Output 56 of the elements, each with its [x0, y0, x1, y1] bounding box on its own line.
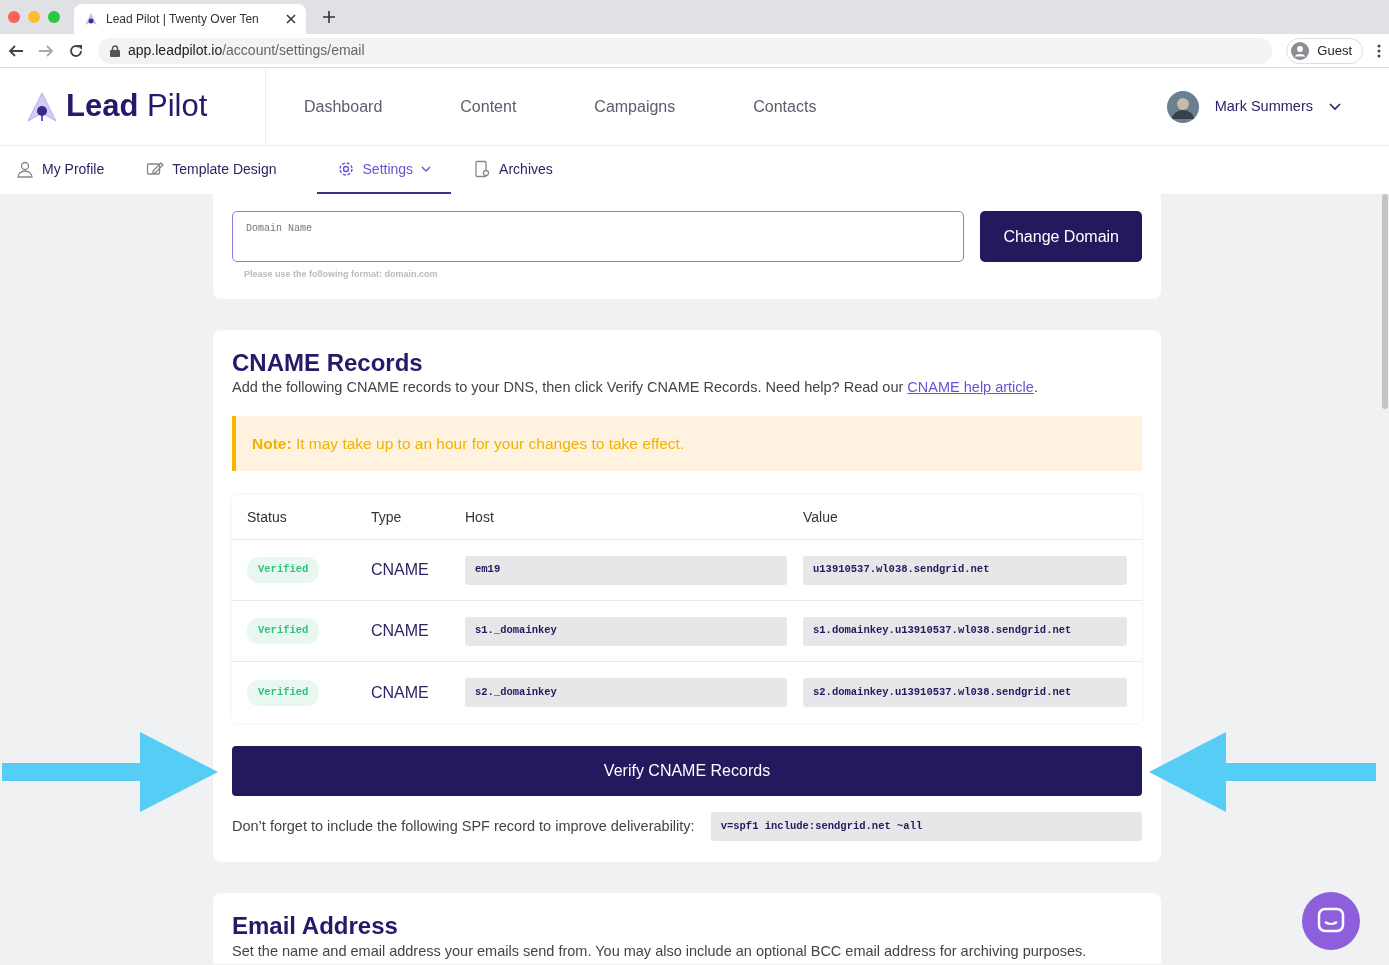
status-badge: Verified — [247, 557, 320, 584]
nav-link[interactable]: Campaigns — [594, 94, 676, 119]
hint-text: Please use the following format: domain.com — [244, 268, 439, 281]
subnav-tab[interactable]: Archives — [471, 146, 573, 194]
subnav-tab[interactable]: Template Design — [144, 146, 297, 194]
menu-icon[interactable] — [1377, 43, 1381, 58]
help-link[interactable]: CNAME help article — [907, 379, 1034, 396]
section-title: CNAME Records — [232, 348, 424, 378]
logo-text[interactable]: Lead Pilot — [66, 83, 208, 130]
domain-name-field[interactable]: Domain Name — [232, 211, 965, 262]
intro-text: Add the following CNAME records to your DNS, then click Verify CNAME Records. Need help? Read our CNAME help article. — [232, 378, 1039, 398]
note-banner: Note: It may take up to an hour for your changes to take effect. — [232, 416, 1142, 472]
column-header: Host — [465, 507, 495, 527]
new-tab-icon[interactable] — [322, 10, 336, 24]
record-value: u13910537.wl038.sendgrid.net — [803, 555, 1127, 585]
reload-icon[interactable] — [68, 42, 84, 59]
table-cell-text: CNAME — [371, 621, 430, 642]
table-cell-text: CNAME — [371, 560, 430, 581]
person-icon — [1291, 41, 1310, 60]
column-header: Type — [371, 507, 403, 527]
column-header: Value — [803, 507, 839, 527]
nav-link[interactable]: Content — [460, 94, 517, 119]
favicon-icon — [84, 12, 98, 26]
status-badge: Verified — [247, 679, 320, 706]
pencil-icon — [146, 160, 165, 178]
address-bar[interactable]: app.leadpilot.io/account/settings/email — [98, 37, 1273, 64]
record-value: s1.domainkey.u13910537.wl038.sendgrid.net — [803, 616, 1127, 646]
user-name[interactable]: Mark Summers — [1214, 95, 1313, 118]
spf-text: Don’t forget to include the following SPF record to improve deliverability: — [232, 816, 695, 836]
host-value: s2._domainkey — [465, 678, 787, 708]
change-domain-button[interactable]: Change Domain — [980, 211, 1142, 262]
column-header: Status — [247, 507, 288, 527]
chevron-down-icon[interactable] — [1329, 102, 1341, 111]
section-description: Set the name and email address your emails send from. You may also include an optional BCC email address for archiving purposes. — [232, 942, 1088, 962]
host-value: s1._domainkey — [465, 616, 787, 646]
logo-icon — [26, 90, 58, 123]
person-icon — [16, 160, 34, 178]
chat-button[interactable] — [1302, 892, 1360, 950]
subnav-tab[interactable]: My Profile — [14, 146, 125, 194]
host-value: em19 — [465, 555, 787, 585]
table-cell-text: CNAME — [371, 682, 430, 703]
section-title: Email Address — [232, 912, 399, 942]
settings-icon — [336, 160, 355, 178]
chat-icon — [1317, 907, 1345, 935]
status-badge: Verified — [247, 618, 320, 645]
avatar[interactable] — [1166, 90, 1199, 123]
spf-value: v=spf1 include:sendgrid.net ~all — [710, 812, 1142, 842]
lock-icon — [110, 44, 120, 57]
chevron-down-icon — [421, 165, 432, 173]
nav-link[interactable]: Dashboard — [304, 94, 383, 119]
close-icon[interactable] — [286, 14, 296, 24]
record-value: s2.domainkey.u13910537.wl038.sendgrid.net — [803, 678, 1127, 708]
document-icon — [473, 160, 492, 178]
verify-button[interactable]: Verify CNAME Records — [232, 746, 1142, 797]
nav-link[interactable]: Contacts — [753, 94, 817, 119]
back-icon[interactable] — [8, 42, 24, 59]
